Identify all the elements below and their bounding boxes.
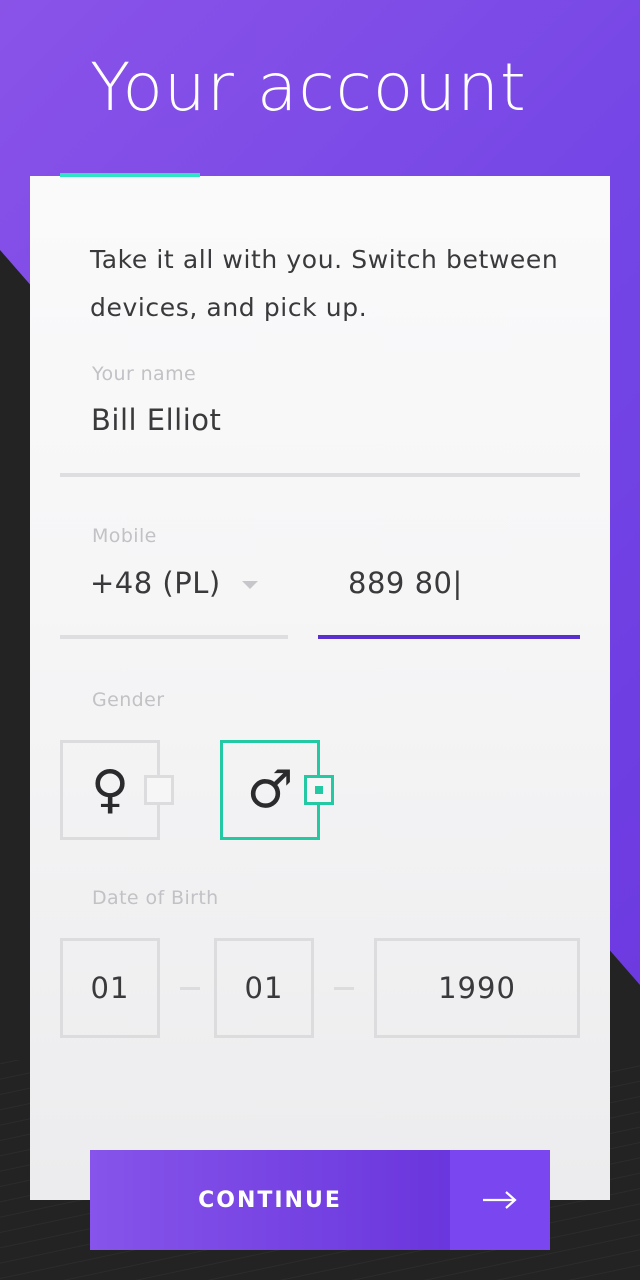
selected-dot <box>315 786 323 794</box>
dob-day-input[interactable]: 01 <box>60 938 160 1038</box>
name-input[interactable]: Bill Elliot <box>91 403 221 437</box>
arrow-right-icon <box>450 1150 550 1250</box>
male-icon: ♂ <box>246 760 294 820</box>
dob-label: Date of Birth <box>92 887 219 909</box>
country-code-select[interactable]: +48 (PL) <box>90 566 221 600</box>
continue-label: CONTINUE <box>90 1150 450 1250</box>
name-underline <box>60 473 580 477</box>
dob-separator <box>334 987 354 990</box>
dob-month-input[interactable]: 01 <box>214 938 314 1038</box>
name-label: Your name <box>92 363 197 385</box>
dob-year-input[interactable]: 1990 <box>374 938 580 1038</box>
account-card: Take it all with you. Switch between dev… <box>30 176 610 1200</box>
female-icon: ♀ <box>90 760 130 820</box>
intro-text: Take it all with you. Switch between dev… <box>90 245 559 322</box>
chevron-down-icon[interactable] <box>242 581 258 589</box>
mobile-number-underline <box>318 635 580 639</box>
gender-male-radio[interactable] <box>304 775 334 805</box>
dob-separator <box>180 987 200 990</box>
page-title: Your account <box>90 49 527 126</box>
mobile-number-input[interactable]: 889 80| <box>348 566 463 600</box>
gender-female-radio[interactable] <box>144 775 174 805</box>
mobile-label: Mobile <box>92 525 157 547</box>
card-accent-bar <box>60 173 200 177</box>
gender-label: Gender <box>92 689 165 711</box>
country-code-underline <box>60 635 288 639</box>
continue-button[interactable]: CONTINUE <box>90 1150 550 1250</box>
